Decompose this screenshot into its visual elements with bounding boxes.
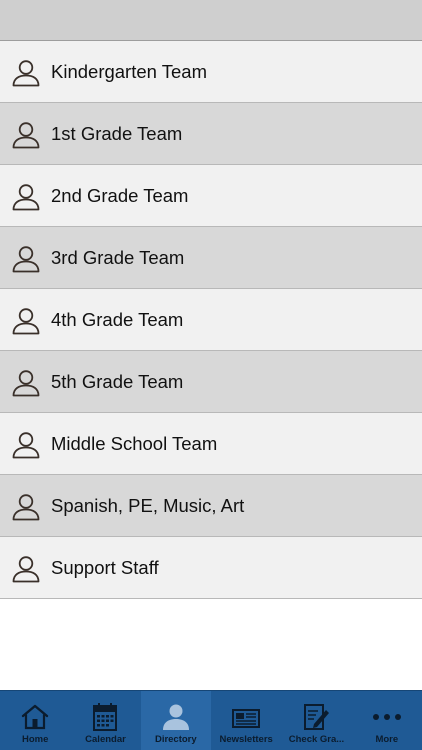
person-icon xyxy=(12,432,40,459)
list-item-kindergarten-team[interactable]: Kindergarten Team xyxy=(0,41,422,103)
person-icon xyxy=(12,370,40,397)
person-icon xyxy=(162,704,189,730)
list-item-1st-grade-team[interactable]: 1st Grade Team xyxy=(0,103,422,165)
directory-list: Kindergarten Team 1st Grade Team 2nd Gra… xyxy=(0,41,422,599)
tab-label: Check Gra... xyxy=(288,734,345,745)
tab-directory[interactable]: Directory xyxy=(140,691,211,750)
tab-calendar[interactable]: Calendar xyxy=(70,691,140,750)
list-item-label: Spanish, PE, Music, Art xyxy=(51,495,245,516)
tab-label: Directory xyxy=(154,734,197,745)
person-icon xyxy=(12,308,40,335)
list-item-2nd-grade-team[interactable]: 2nd Grade Team xyxy=(0,165,422,227)
tab-label: Newsletters xyxy=(219,734,273,745)
list-item-label: Kindergarten Team xyxy=(51,61,207,82)
list-item-label: 1st Grade Team xyxy=(51,123,183,144)
list-item-label: 4th Grade Team xyxy=(51,309,184,330)
list-item-5th-grade-team[interactable]: 5th Grade Team xyxy=(0,351,422,413)
person-icon xyxy=(12,556,40,583)
list-item-support-staff[interactable]: Support Staff xyxy=(0,537,422,599)
calendar-icon xyxy=(93,703,118,731)
list-item-4th-grade-team[interactable]: 4th Grade Team xyxy=(0,289,422,351)
list-item-3rd-grade-team[interactable]: 3rd Grade Team xyxy=(0,227,422,289)
list-item-specials-team[interactable]: Spanish, PE, Music, Art xyxy=(0,475,422,537)
tab-label: Calendar xyxy=(85,734,126,745)
edit-document-icon xyxy=(304,704,330,730)
list-item-label: 5th Grade Team xyxy=(51,371,184,392)
list-item-label: 2nd Grade Team xyxy=(51,185,189,206)
list-item-label: 3rd Grade Team xyxy=(51,247,185,268)
list-item-label: Support Staff xyxy=(51,557,159,578)
tab-newsletters[interactable]: Newsletters xyxy=(211,691,281,750)
app-screen: Kindergarten Team 1st Grade Team 2nd Gra… xyxy=(0,0,422,750)
tab-more[interactable]: More xyxy=(352,691,422,750)
list-item-label: Middle School Team xyxy=(51,433,218,454)
more-dots-icon xyxy=(372,714,401,720)
tab-bar: Home Calendar Directory Newsletters Chec… xyxy=(0,690,422,750)
navigation-bar xyxy=(0,0,422,41)
tab-home[interactable]: Home xyxy=(0,691,70,750)
person-icon xyxy=(12,122,40,149)
person-icon xyxy=(12,494,40,521)
list-item-middle-school-team[interactable]: Middle School Team xyxy=(0,413,422,475)
newspaper-icon xyxy=(232,709,261,728)
tab-label: More xyxy=(375,734,399,745)
tab-check-grades[interactable]: Check Gra... xyxy=(281,691,351,750)
tab-label: Home xyxy=(21,734,49,745)
person-icon xyxy=(12,184,40,211)
person-icon xyxy=(12,60,40,87)
home-icon xyxy=(21,704,49,730)
person-icon xyxy=(12,246,40,273)
